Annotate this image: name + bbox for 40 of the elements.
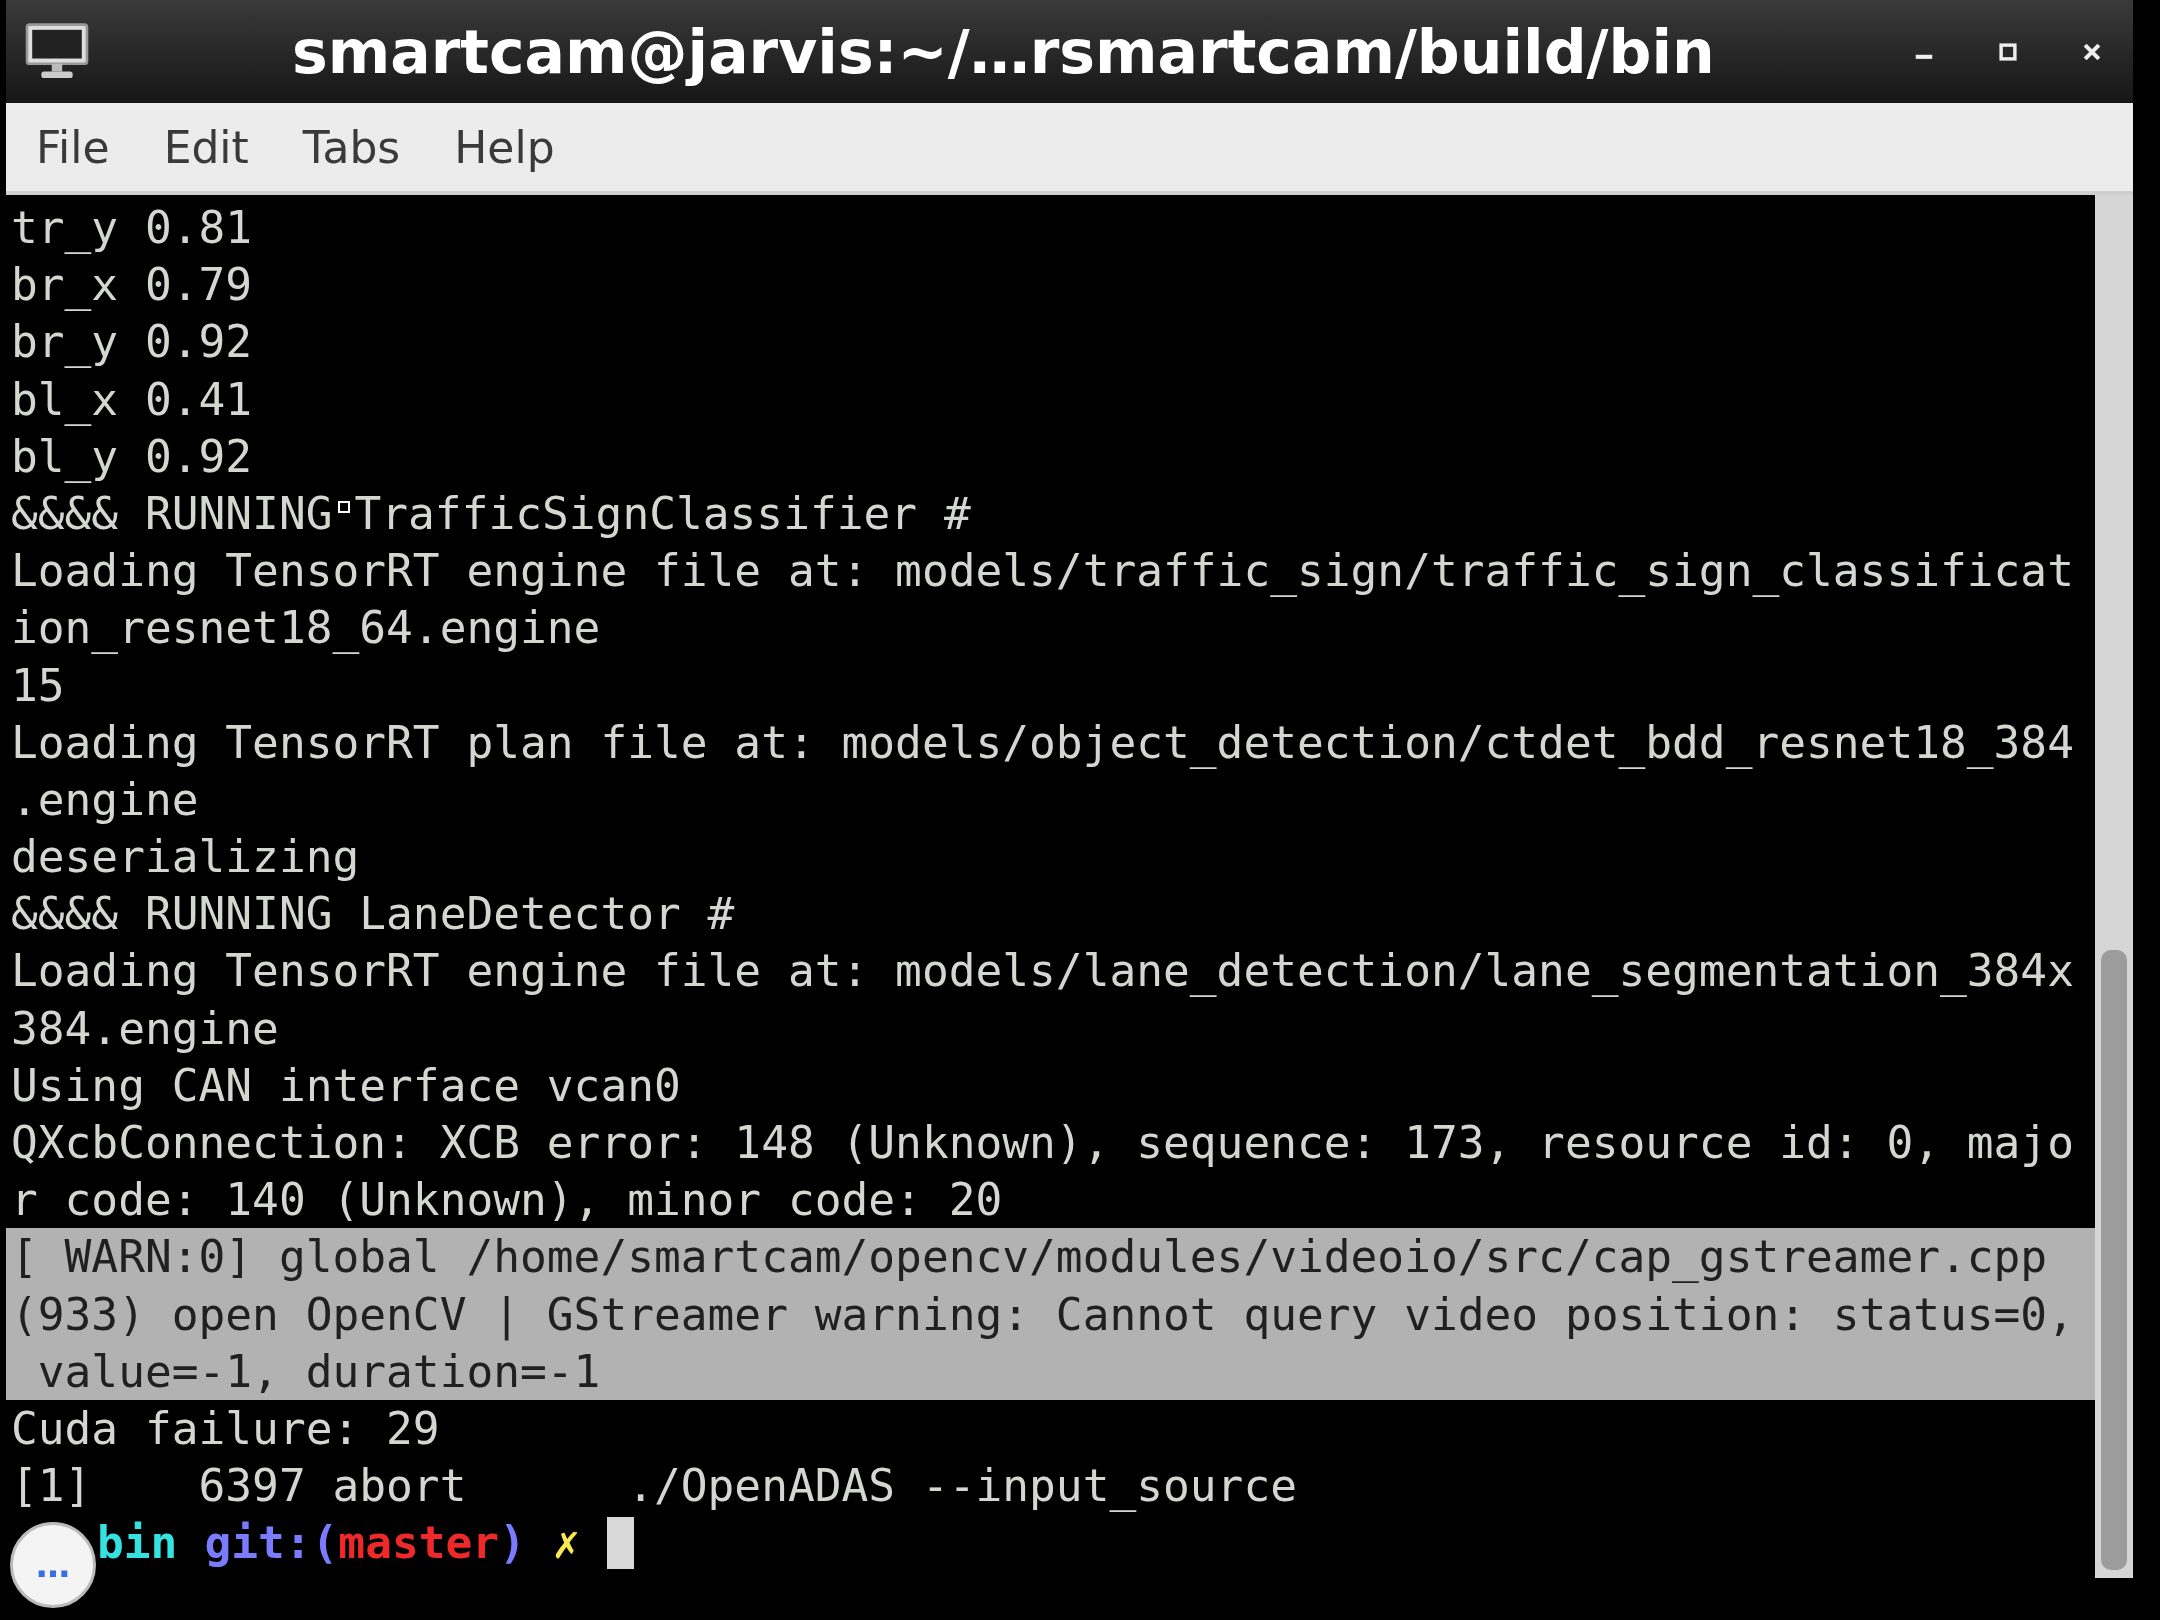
terminal-text: [1] 6397 abort ./OpenADAS --input_source [11, 1459, 1297, 1514]
terminal-text: bl_x 0.41 [11, 372, 253, 428]
prompt-text: bin [97, 1516, 178, 1571]
maximize-icon[interactable] [1997, 40, 2019, 63]
terminal-text: br_y 0.92 [11, 315, 253, 370]
terminal-text: br_x 0.79 [11, 258, 253, 313]
terminal-text: .engine [11, 772, 199, 827]
terminal-text: value=-1, duration=-1 [36, 1344, 601, 1399]
terminal-text: Using CAN interface vcan0 [11, 1058, 681, 1113]
square-icon [337, 500, 350, 513]
terminal-text: (933) open OpenCV | GStreamer warning: Cannot query video position: status=0, [11, 1287, 2074, 1343]
terminal-text: r code: 140 (Unknown), minor code: 20 [11, 1173, 1003, 1228]
prompt-text: ✗ [552, 1516, 580, 1571]
terminal-text: &&&& RUNNING [11, 486, 333, 541]
prompt-text: ) [499, 1516, 526, 1571]
menu-item[interactable]: Help [454, 121, 555, 173]
terminal-text: tr_y 0.81 [11, 201, 253, 256]
terminal-text: &&&& RUNNING LaneDetector # [11, 887, 735, 942]
terminal-text: 15 [11, 658, 65, 713]
terminal-text: QXcbConnection: XCB error: 148 (Unknown), sequence: 173, resource id: 0, majo [11, 1116, 2074, 1170]
menu-item[interactable]: Tabs [302, 121, 401, 173]
terminal-text: bl_y 0.92 [11, 429, 253, 485]
prompt-text: git:( [204, 1516, 339, 1571]
terminal-text: [ WARN:0] global /home/smartcam/opencv/modules/videoio/src/cap_gstreamer.cpp [11, 1230, 2048, 1285]
menu-item[interactable]: Edit [163, 121, 249, 173]
scrollbar-thumb[interactable] [2101, 950, 2127, 1570]
terminal-text: Cuda failure: 29 [11, 1401, 440, 1456]
terminal-text: deserializing [11, 830, 360, 885]
window-title: smartcam@jarvis:~/…rsmartcam/build/bin [292, 16, 1715, 87]
terminal-text: 384.engine [11, 1001, 279, 1056]
terminal-text: Loading TensorRT engine file at: models/lane_detection/lane_segmentation_384x [11, 944, 2074, 999]
more-button[interactable]: … [10, 1522, 96, 1608]
scrollbar[interactable] [2095, 195, 2133, 1578]
text-cursor [606, 1516, 634, 1569]
terminal-text: Loading TensorRT plan file at: models/object_detection/ctdet_bdd_resnet18_384 [11, 715, 2074, 771]
terminal-text: Loading TensorRT engine file at: models/traffic_sign/traffic_sign_classificat [11, 544, 2074, 599]
terminal-text: ion_resnet18_64.engine [11, 601, 601, 656]
terminal-text: TrafficSignClassifier # [354, 486, 971, 541]
menu-item[interactable]: File [36, 121, 110, 173]
prompt-text: master [338, 1516, 500, 1571]
